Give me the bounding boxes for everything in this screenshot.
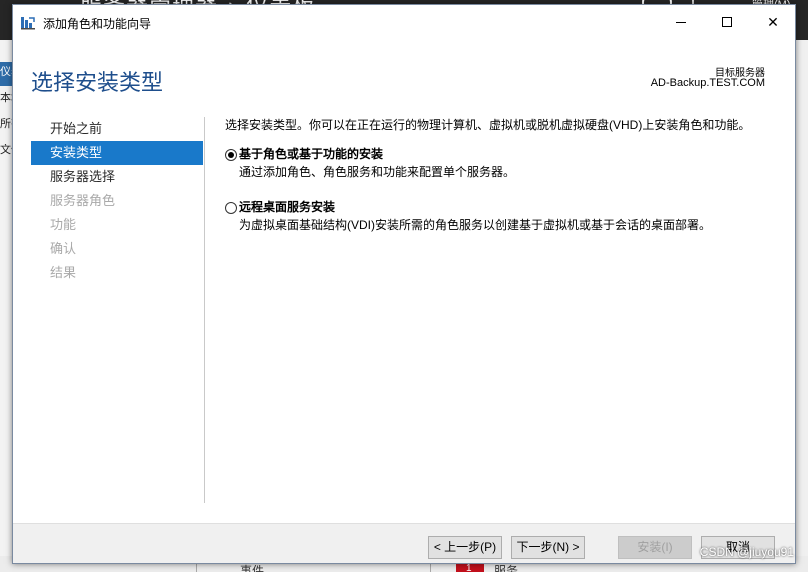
dialog-titlebar[interactable]: 添加角色和功能向导 ✕ [13,5,795,39]
next-button[interactable]: 下一步(N) > [511,536,585,559]
step-confirmation: 确认 [50,241,77,256]
step-server-roles: 服务器角色 [50,193,116,208]
option-role-based-install[interactable]: 基于角色或基于功能的安装 通过添加角色、角色服务和功能来配置单个服务器。 [225,147,785,180]
close-button[interactable]: ✕ [750,5,796,39]
install-button: 安装(I) [618,536,692,559]
wizard-footer: < 上一步(P) 下一步(N) > 安装(I) 取消 [13,523,795,563]
wizard-content: 选择安装类型。你可以在正在运行的物理计算机、虚拟机或脱机虚拟硬盘(VHD)上安装… [225,118,785,233]
sidebar-item-dashboard[interactable]: 仪表 [0,66,12,78]
step-installation-type[interactable]: 安装类型 [31,141,203,165]
maximize-button[interactable] [704,5,750,39]
sidebar-item-files[interactable]: 文件 [0,144,12,156]
remote-desktop-radio[interactable] [225,202,237,214]
sidebar-item-local[interactable]: 本地 [0,92,12,104]
wizard-header: 选择安装类型 目标服务器 AD-Backup.TEST.COM [13,39,795,113]
server-manager-app-icon [21,17,35,30]
target-server-value: AD-Backup.TEST.COM [650,77,765,89]
role-based-radio[interactable] [225,149,237,161]
alert-badge-count: 1 [466,563,472,572]
close-icon: ✕ [767,13,779,30]
steps-divider [204,117,205,503]
dialog-title: 添加角色和功能向导 [43,17,152,31]
maximize-icon [722,17,732,27]
remote-desktop-description: 为虚拟桌面基础结构(VDI)安装所需的角色服务以创建基于虚拟机或基于会话的桌面部… [239,218,711,232]
step-results: 结果 [50,265,77,280]
step-server-selection[interactable]: 服务器选择 [31,165,203,189]
previous-button[interactable]: < 上一步(P) [428,536,502,559]
intro-text: 选择安装类型。你可以在正在运行的物理计算机、虚拟机或脱机虚拟硬盘(VHD)上安装… [225,118,751,132]
add-roles-wizard-dialog: 添加角色和功能向导 ✕ 选择安装类型 目标服务器 AD-Backup.TEST.… [12,4,796,564]
sidebar-item-all[interactable]: 所有 [0,118,12,130]
page-title: 选择安装类型 [31,70,164,95]
remote-desktop-title[interactable]: 远程桌面服务安装 [239,200,785,215]
role-based-title[interactable]: 基于角色或基于功能的安装 [239,147,785,162]
step-features: 功能 [50,217,77,232]
watermark: CSDN @jiuyou91 [699,545,794,559]
option-remote-desktop-install[interactable]: 远程桌面服务安装 为虚拟桌面基础结构(VDI)安装所需的角色服务以创建基于虚拟机… [225,200,785,233]
minimize-icon [676,21,686,23]
role-based-description: 通过添加角色、角色服务和功能来配置单个服务器。 [239,165,516,179]
server-manager-right-panel [796,40,808,572]
minimize-button[interactable] [658,5,704,39]
step-before-you-begin[interactable]: 开始之前 [31,117,203,141]
wizard-steps: 开始之前 安装类型 服务器选择 服务器角色 功能 确认 结果 [31,117,203,285]
